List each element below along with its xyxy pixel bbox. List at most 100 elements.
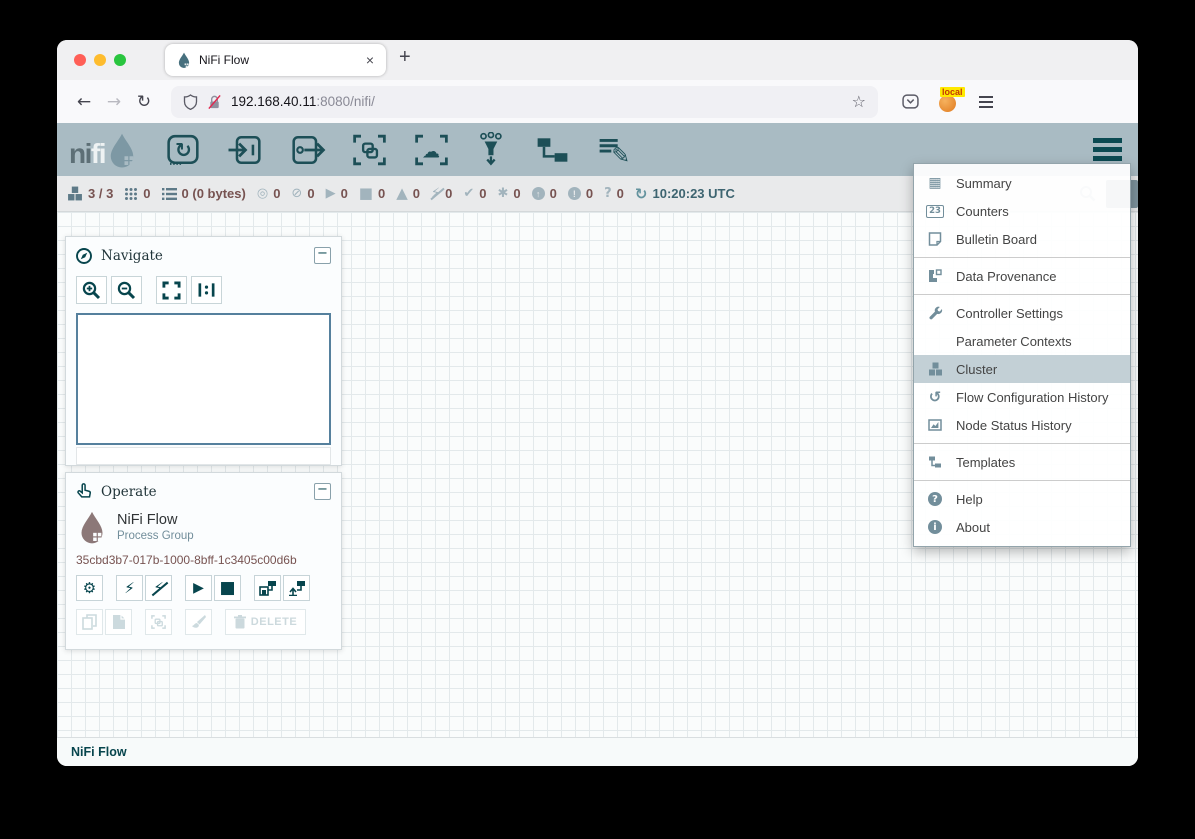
template-icon bbox=[926, 455, 944, 469]
start-button[interactable]: ▶ bbox=[185, 575, 212, 601]
menu-item-summary[interactable]: ▦ Summary bbox=[914, 169, 1130, 197]
menu-separator bbox=[914, 443, 1130, 444]
zoom-out-button[interactable] bbox=[111, 276, 142, 304]
selected-component-info: NiFi Flow Process Group bbox=[66, 504, 341, 544]
birdseye-brush[interactable] bbox=[76, 447, 331, 465]
group-icon bbox=[150, 614, 167, 630]
bulletin-board-icon bbox=[926, 232, 944, 246]
global-menu-icon[interactable] bbox=[1093, 138, 1122, 161]
active-threads-icon bbox=[124, 187, 138, 201]
menu-item-templates[interactable]: Templates bbox=[914, 448, 1130, 476]
status-stopped: ■ 0 bbox=[359, 186, 385, 201]
birdseye-view[interactable] bbox=[76, 313, 331, 445]
disable-button[interactable]: ⚡ bbox=[145, 575, 172, 601]
nifi-logo-droplet-icon bbox=[107, 132, 137, 168]
new-tab-button[interactable]: + bbox=[399, 46, 411, 69]
about-icon: i bbox=[926, 520, 944, 534]
menu-item-cluster[interactable]: Cluster bbox=[914, 355, 1130, 383]
nifi-logo-ni: ni bbox=[69, 140, 91, 168]
status-connected-nodes: 3 / 3 bbox=[67, 186, 113, 201]
status-transmitting: ◎ 0 bbox=[257, 186, 281, 201]
zoom-in-button[interactable] bbox=[76, 276, 107, 304]
stop-button[interactable]: ■ bbox=[214, 575, 241, 601]
input-port-component[interactable] bbox=[227, 133, 264, 167]
brush-icon bbox=[191, 614, 207, 630]
operate-header: Operate − bbox=[66, 473, 341, 504]
wrench-icon bbox=[926, 306, 944, 321]
operate-collapse-button[interactable]: − bbox=[314, 483, 331, 500]
back-icon[interactable]: ← bbox=[69, 92, 99, 112]
zoom-fit-button[interactable] bbox=[156, 276, 187, 304]
reload-icon[interactable]: ↻ bbox=[129, 92, 159, 112]
minimize-window-button[interactable] bbox=[94, 54, 106, 66]
operate-title: Operate bbox=[101, 484, 157, 500]
copy-button[interactable] bbox=[76, 609, 103, 635]
group-button[interactable] bbox=[145, 609, 172, 635]
remote-process-group-component[interactable]: ☁ bbox=[413, 133, 450, 167]
menu-item-data-provenance[interactable]: Data Provenance bbox=[914, 262, 1130, 290]
menu-item-node-status-history[interactable]: Node Status History bbox=[914, 411, 1130, 439]
operate-palette: Operate − NiFi Flow Process Group 35cbd3… bbox=[65, 472, 342, 650]
upload-template-icon bbox=[288, 580, 306, 596]
selected-flow-name: NiFi Flow bbox=[117, 512, 194, 528]
enable-button[interactable]: ⚡ bbox=[116, 575, 143, 601]
not-transmitting-icon: ⊘ bbox=[291, 187, 302, 200]
screenshot-stage: NiFi Flow × + ← → ↻ 192.168.40.11:8080/n… bbox=[0, 0, 1195, 839]
menu-item-bulletin-board[interactable]: Bulletin Board bbox=[914, 225, 1130, 253]
running-icon: ▶ bbox=[326, 187, 336, 200]
shield-icon[interactable] bbox=[183, 94, 198, 110]
status-queued: 0 (0 bytes) bbox=[162, 186, 246, 201]
template-component[interactable] bbox=[534, 133, 571, 167]
process-group-component[interactable] bbox=[351, 133, 388, 167]
breadcrumb[interactable]: NiFi Flow bbox=[71, 745, 127, 759]
toolbar-right-icons: local bbox=[902, 92, 993, 112]
navigate-buttons bbox=[66, 268, 341, 304]
output-port-component[interactable] bbox=[289, 133, 326, 167]
menu-item-flow-configuration-history[interactable]: ↺ Flow Configuration History bbox=[914, 383, 1130, 411]
label-component[interactable]: ✎ bbox=[596, 133, 633, 167]
paste-button[interactable] bbox=[105, 609, 132, 635]
fill-color-button[interactable] bbox=[185, 609, 212, 635]
menu-item-help[interactable]: ? Help bbox=[914, 485, 1130, 513]
url-text: 192.168.40.11:8080/nifi/ bbox=[231, 94, 375, 109]
delete-button[interactable]: DELETE bbox=[225, 609, 306, 635]
bookmark-star-icon[interactable]: ☆ bbox=[852, 92, 866, 111]
menu-item-counters[interactable]: 23 Counters bbox=[914, 197, 1130, 225]
zoom-actual-button[interactable] bbox=[191, 276, 222, 304]
help-icon: ? bbox=[926, 492, 944, 506]
funnel-component[interactable] bbox=[475, 132, 509, 168]
status-running: ▶ 0 bbox=[326, 186, 348, 201]
cluster-icon bbox=[67, 186, 83, 201]
tab-title: NiFi Flow bbox=[199, 53, 249, 67]
configuration-button[interactable]: ⚙ bbox=[76, 575, 103, 601]
browser-tab[interactable]: NiFi Flow × bbox=[165, 44, 386, 76]
tab-close-icon[interactable]: × bbox=[366, 53, 374, 67]
processor-component[interactable]: ↻ bbox=[165, 133, 202, 167]
up-to-date-icon: ✔ bbox=[463, 187, 474, 200]
menu-item-parameter-contexts[interactable]: Parameter Contexts bbox=[914, 327, 1130, 355]
navigate-collapse-button[interactable]: − bbox=[314, 247, 331, 264]
sync-failure-icon: ? bbox=[604, 187, 612, 200]
refresh-icon[interactable]: ↻ bbox=[635, 185, 648, 203]
save-template-button[interactable] bbox=[254, 575, 281, 601]
insecure-lock-icon[interactable] bbox=[207, 94, 222, 110]
navigate-palette: Navigate − bbox=[65, 236, 342, 466]
close-window-button[interactable] bbox=[74, 54, 86, 66]
firefox-menu-icon[interactable] bbox=[979, 96, 993, 108]
upload-template-button[interactable] bbox=[283, 575, 310, 601]
hand-pointer-icon bbox=[76, 483, 92, 500]
forward-icon[interactable]: → bbox=[99, 92, 129, 112]
url-field[interactable]: 192.168.40.11:8080/nifi/ ☆ bbox=[171, 86, 878, 118]
save-template-icon bbox=[259, 580, 277, 596]
navigate-title: Navigate bbox=[101, 248, 163, 264]
menu-item-controller-settings[interactable]: Controller Settings bbox=[914, 299, 1130, 327]
extension-local-badge: local bbox=[940, 87, 965, 97]
zoom-fit-icon bbox=[162, 281, 181, 300]
extension-icon[interactable]: local bbox=[939, 92, 959, 112]
locally-modified-icon: ✱ bbox=[498, 187, 509, 200]
menu-item-about[interactable]: i About bbox=[914, 513, 1130, 541]
pocket-icon[interactable] bbox=[902, 94, 919, 109]
zoom-window-button[interactable] bbox=[114, 54, 126, 66]
zoom-out-icon bbox=[117, 281, 136, 300]
trash-icon bbox=[234, 615, 246, 629]
